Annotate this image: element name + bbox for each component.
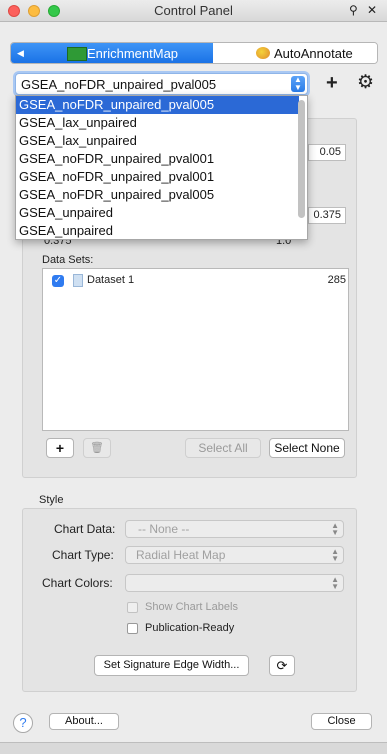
list-item[interactable]: GSEA_noFDR_unpaired_pval001 [16, 150, 299, 168]
list-item[interactable]: GSEA_lax_unpaired [16, 132, 299, 150]
set-signature-edge-width-button[interactable]: Set Signature Edge Width... [94, 655, 249, 676]
bottom-strip [0, 742, 387, 754]
refresh-icon[interactable]: ⟳ [269, 655, 295, 676]
list-item[interactable]: GSEA_lax_unpaired [16, 114, 299, 132]
about-button[interactable]: About... [49, 713, 119, 730]
chart-colors-label: Chart Colors: [42, 576, 113, 590]
chevron-updown-icon: ▲ ▼ [331, 547, 339, 563]
add-dataset-button[interactable]: + [46, 438, 74, 458]
network-select[interactable]: GSEA_noFDR_unpaired_pval005 ▲ ▼ [15, 73, 308, 95]
close-panel-icon[interactable]: ✕ [367, 3, 377, 17]
select-all-button[interactable]: Select All [185, 438, 261, 458]
list-item[interactable]: GSEA_noFDR_unpaired_pval001 [16, 168, 299, 186]
datasets-list: ✓ Dataset 1 285 [42, 268, 349, 431]
publication-ready-label: Publication-Ready [145, 622, 235, 634]
select-none-button[interactable]: Select None [269, 438, 345, 458]
chart-data-value: -- None -- [138, 522, 190, 536]
similarity-cutoff-field[interactable]: 0.375 [308, 207, 346, 224]
dataset-count: 285 [327, 274, 346, 286]
show-chart-labels-checkbox[interactable] [127, 602, 138, 613]
tab-autoannotate-label: AutoAnnotate [274, 46, 353, 61]
pvalue-cutoff-field[interactable]: 0.05 [308, 144, 346, 161]
tab-enrichmentmap-label: EnrichmentMap [87, 46, 179, 61]
add-network-button[interactable]: + [326, 73, 338, 93]
tab-enrichmentmap[interactable]: ◀ EnrichmentMap [11, 43, 213, 63]
chart-type-label: Chart Type: [52, 548, 114, 562]
show-chart-labels-label: Show Chart Labels [145, 601, 238, 613]
trash-icon: 🗑 [90, 442, 104, 454]
tab-autoannotate[interactable]: AutoAnnotate [213, 43, 377, 63]
chart-data-label: Chart Data: [54, 522, 116, 536]
close-button[interactable]: Close [311, 713, 372, 730]
style-section-title: Style [39, 494, 64, 506]
delete-dataset-button[interactable]: 🗑 [83, 438, 111, 458]
window-titlebar: Control Panel ⚲ ✕ [0, 0, 387, 22]
window-title: Control Panel [154, 3, 233, 18]
list-item[interactable]: GSEA_noFDR_unpaired_pval005 [16, 96, 299, 114]
dropdown-scrollbar[interactable] [298, 100, 305, 218]
publication-ready-checkbox[interactable] [127, 623, 138, 634]
pin-icon[interactable]: ⚲ [349, 3, 358, 17]
list-item[interactable]: GSEA_unpaired [16, 222, 299, 240]
left-arrow-icon[interactable]: ◀ [17, 48, 24, 59]
tab-bar: ◀ EnrichmentMap AutoAnnotate [10, 42, 378, 64]
help-button[interactable]: ? [13, 713, 33, 733]
network-select-value: GSEA_noFDR_unpaired_pval005 [21, 77, 217, 92]
list-item[interactable]: ✓ Dataset 1 285 [43, 271, 348, 289]
dataset-name: Dataset 1 [87, 274, 135, 286]
list-item[interactable]: GSEA_unpaired [16, 204, 299, 222]
chevron-updown-icon: ▲ ▼ [331, 575, 339, 591]
gear-icon[interactable]: ⚙ [357, 73, 374, 93]
chart-type-value: Radial Heat Map [136, 548, 226, 562]
chart-colors-select[interactable]: ▲ ▼ [125, 574, 344, 592]
chevron-updown-icon: ▲ ▼ [291, 76, 305, 92]
datasets-label: Data Sets: [42, 254, 94, 266]
chart-type-select[interactable]: Radial Heat Map ▲ ▼ [125, 546, 344, 564]
enrichmentmap-logo-icon [67, 47, 87, 61]
chart-data-select[interactable]: -- None -- ▲ ▼ [125, 520, 344, 538]
dataset-checkbox[interactable]: ✓ [52, 275, 64, 287]
list-item[interactable]: GSEA_noFDR_unpaired_pval005 [16, 186, 299, 204]
chevron-updown-icon: ▲ ▼ [331, 521, 339, 537]
autoannotate-logo-icon [256, 47, 270, 59]
network-dropdown-list: GSEA_noFDR_unpaired_pval005 GSEA_lax_unp… [15, 95, 308, 240]
file-icon [73, 274, 83, 287]
